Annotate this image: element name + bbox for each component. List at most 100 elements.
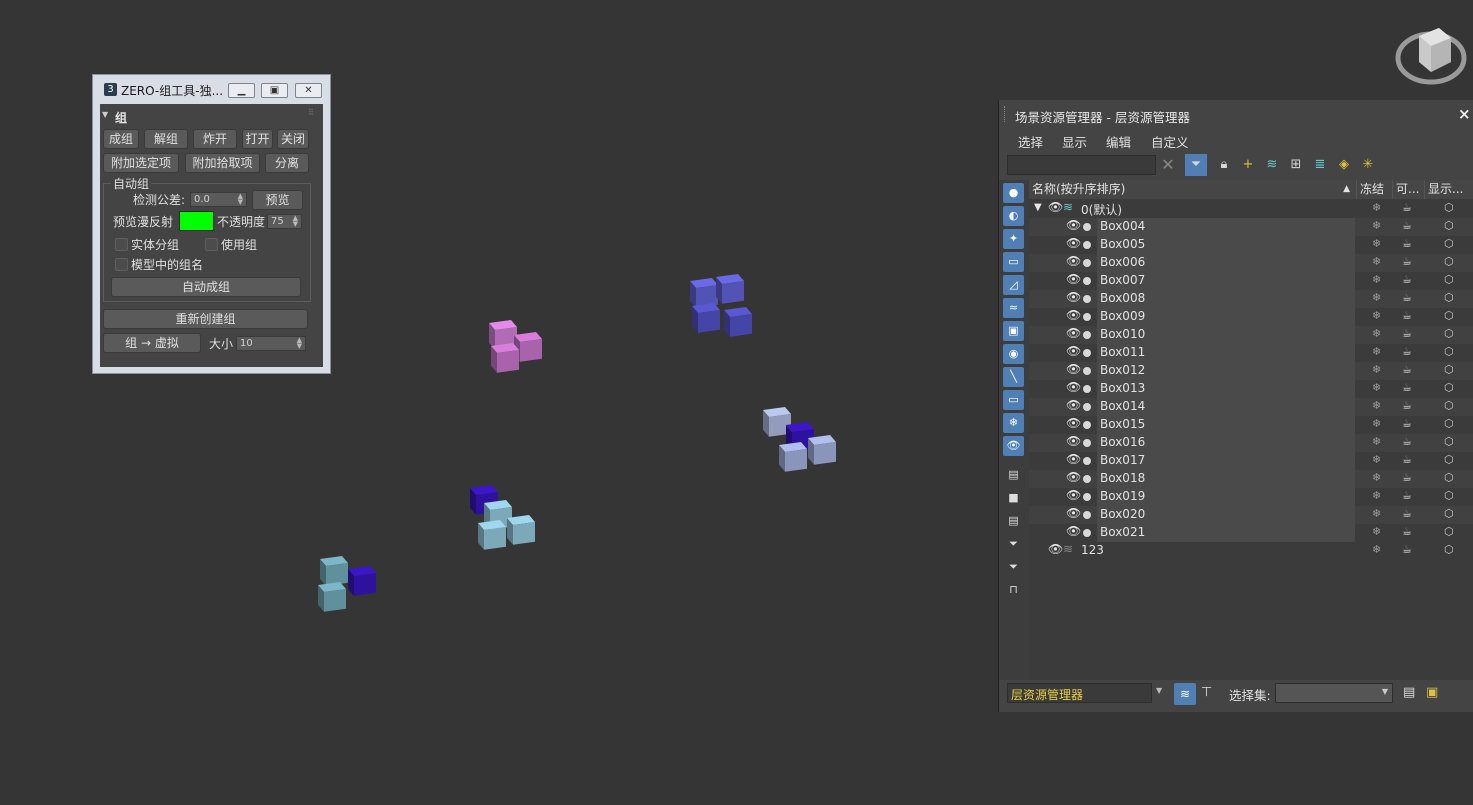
list-item[interactable]: 👁 Box013 ❄ ☕ ⬡ (1029, 380, 1473, 398)
layer-row[interactable]: 👁 ≋ 123 ❄ ☕ ⬡ (1029, 542, 1473, 560)
freeze-icon[interactable]: ❄ (1372, 381, 1381, 394)
spinner-arrows-icon[interactable]: ▲ ▼ (293, 215, 298, 228)
explode-button[interactable]: 炸开 (193, 129, 237, 149)
lights-filter-icon[interactable]: ✦ (1003, 229, 1024, 249)
box-icon[interactable]: ⬡ (1444, 273, 1454, 286)
display-none-icon[interactable]: ■ (1003, 488, 1024, 508)
column-name-header[interactable]: 名称(按升序排序) ▲ (1029, 180, 1357, 199)
eye-icon[interactable]: 👁 (1066, 434, 1081, 448)
freeze-icon[interactable]: ❄ (1372, 201, 1381, 214)
display-all-icon[interactable]: ▤ (1003, 465, 1024, 485)
list-item[interactable]: 👁 Box007 ❄ ☕ ⬡ (1029, 272, 1473, 290)
freeze-icon[interactable]: ❄ (1372, 255, 1381, 268)
open-button[interactable]: 打开 (242, 129, 273, 149)
box-object[interactable] (730, 314, 752, 337)
collapse-triangle-icon[interactable]: ▼ (102, 110, 108, 119)
teapot-icon[interactable]: ☕ (1402, 363, 1412, 376)
eye-icon[interactable]: 👁 (1066, 344, 1081, 358)
eye-icon[interactable]: 👁 (1066, 272, 1081, 286)
selection-set-combo[interactable]: ▼ (1275, 683, 1393, 703)
filter-settings-icon[interactable]: ⏷ (1003, 534, 1024, 554)
box-object[interactable] (484, 527, 506, 550)
panel-grip-icon[interactable] (1004, 106, 1008, 122)
box-icon[interactable]: ⬡ (1444, 471, 1454, 484)
group-to-dummy-button[interactable]: 组 → 虚拟 (103, 333, 201, 353)
list-item[interactable]: 👁 Box017 ❄ ☕ ⬡ (1029, 452, 1473, 470)
eye-icon[interactable]: 👁 (1048, 200, 1063, 214)
teapot-icon[interactable]: ☕ (1402, 219, 1412, 232)
teapot-icon[interactable]: ☕ (1402, 471, 1412, 484)
xrefs-filter-icon[interactable]: ◉ (1003, 344, 1024, 364)
eye-icon[interactable]: 👁 (1066, 218, 1081, 232)
box-icon[interactable]: ⬡ (1444, 309, 1454, 322)
hidden-filter-icon[interactable]: 👁 (1003, 436, 1024, 456)
teapot-icon[interactable]: ☕ (1402, 543, 1412, 556)
box-icon[interactable]: ⬡ (1444, 345, 1454, 358)
box-icon[interactable]: ⬡ (1444, 525, 1454, 538)
explorer-type-combo[interactable]: 层资源管理器 (1007, 683, 1152, 703)
spacewarps-filter-icon[interactable]: ≈ (1003, 298, 1024, 318)
eye-icon[interactable]: 👁 (1066, 416, 1081, 430)
menu-select[interactable]: 选择 (1018, 132, 1043, 151)
recreate-group-button[interactable]: 重新创建组 (103, 309, 308, 329)
expand-triangle-icon[interactable]: ▼ (1034, 202, 1042, 213)
spinner-arrows-icon[interactable]: ▲ ▼ (297, 337, 302, 350)
filter-icon[interactable]: ⏷ (1003, 557, 1024, 577)
close-icon[interactable]: × (1458, 105, 1471, 123)
column-display-header[interactable]: 显示... (1425, 180, 1473, 199)
box-icon[interactable]: ⬡ (1444, 417, 1454, 430)
eye-icon[interactable]: 👁 (1066, 398, 1081, 412)
box-object[interactable] (785, 449, 807, 472)
box-icon[interactable]: ⬡ (1444, 453, 1454, 466)
box-icon[interactable]: ⬡ (1444, 219, 1454, 232)
box-icon[interactable]: ⬡ (1444, 399, 1454, 412)
freeze-layer-icon[interactable]: ✳ (1359, 156, 1377, 174)
shapes-filter-icon[interactable]: ◐ (1003, 206, 1024, 226)
eye-icon[interactable]: 👁 (1066, 488, 1081, 502)
filter-icon[interactable]: ⏷ (1185, 154, 1207, 176)
teapot-icon[interactable]: ☕ (1402, 273, 1412, 286)
teapot-icon[interactable]: ☕ (1402, 525, 1412, 538)
box-object[interactable] (814, 442, 836, 465)
teapot-icon[interactable]: ☕ (1402, 399, 1412, 412)
list-item[interactable]: 👁 Box009 ❄ ☕ ⬡ (1029, 308, 1473, 326)
list-item[interactable]: 👁 Box021 ❄ ☕ ⬡ (1029, 524, 1473, 542)
list-item[interactable]: 👁 Box018 ❄ ☕ ⬡ (1029, 470, 1473, 488)
hierarchy-icon[interactable]: ⊞ (1287, 156, 1305, 174)
attach-pick-button[interactable]: 附加拾取项 (185, 153, 260, 173)
invert-display-icon[interactable]: ▤ (1003, 511, 1024, 531)
eye-icon[interactable]: 👁 (1066, 236, 1081, 250)
freeze-icon[interactable]: ❄ (1372, 237, 1381, 250)
box-object[interactable] (324, 589, 346, 612)
eye-icon[interactable]: 👁 (1066, 254, 1081, 268)
freeze-icon[interactable]: ❄ (1372, 525, 1381, 538)
eye-icon[interactable]: 👁 (1066, 326, 1081, 340)
frozen-filter-icon[interactable]: ❄ (1003, 413, 1024, 433)
teapot-icon[interactable]: ☕ (1402, 453, 1412, 466)
freeze-icon[interactable]: ❄ (1372, 363, 1381, 376)
list-item[interactable]: 👁 Box019 ❄ ☕ ⬡ (1029, 488, 1473, 506)
freeze-icon[interactable]: ❄ (1372, 219, 1381, 232)
eye-icon[interactable]: 👁 (1066, 452, 1081, 466)
list-item[interactable]: 👁 Box011 ❄ ☕ ⬡ (1029, 344, 1473, 362)
teapot-icon[interactable]: ☕ (1402, 345, 1412, 358)
close-button[interactable]: ✕ (295, 83, 322, 98)
menu-display[interactable]: 显示 (1062, 132, 1087, 151)
ungroup-button[interactable]: 解组 (144, 129, 188, 149)
group-tool-window[interactable]: 3 ZERO-组工具-独... ▁ ▣ ✕ ▼ 组 ⠿ 成组 解组 炸开 打开 … (92, 74, 331, 374)
attach-selected-button[interactable]: 附加选定项 (103, 153, 179, 173)
box-icon[interactable]: ⬡ (1444, 489, 1454, 502)
opacity-spinner[interactable]: 75 ▲ ▼ (267, 214, 302, 229)
auto-group-button[interactable]: 自动成组 (111, 277, 301, 297)
layers-icon[interactable]: ≋ (1263, 156, 1281, 174)
eye-icon[interactable]: 👁 (1066, 308, 1081, 322)
layer-row[interactable]: ▼ 👁 ≋ 0(默认) ❄ ☕ ⬡ (1029, 200, 1473, 218)
model-group-name-checkbox[interactable] (115, 258, 128, 271)
close-group-button[interactable]: 关闭 (277, 129, 309, 149)
sort-by-layer-icon[interactable]: ≋ (1174, 683, 1196, 705)
chevron-down-icon[interactable]: ▼ (1382, 687, 1388, 696)
highlight-layer-icon[interactable]: ◈ (1335, 156, 1353, 174)
box-icon[interactable]: ⬡ (1444, 435, 1454, 448)
teapot-icon[interactable]: ☕ (1402, 489, 1412, 502)
teapot-icon[interactable]: ☕ (1402, 201, 1412, 214)
